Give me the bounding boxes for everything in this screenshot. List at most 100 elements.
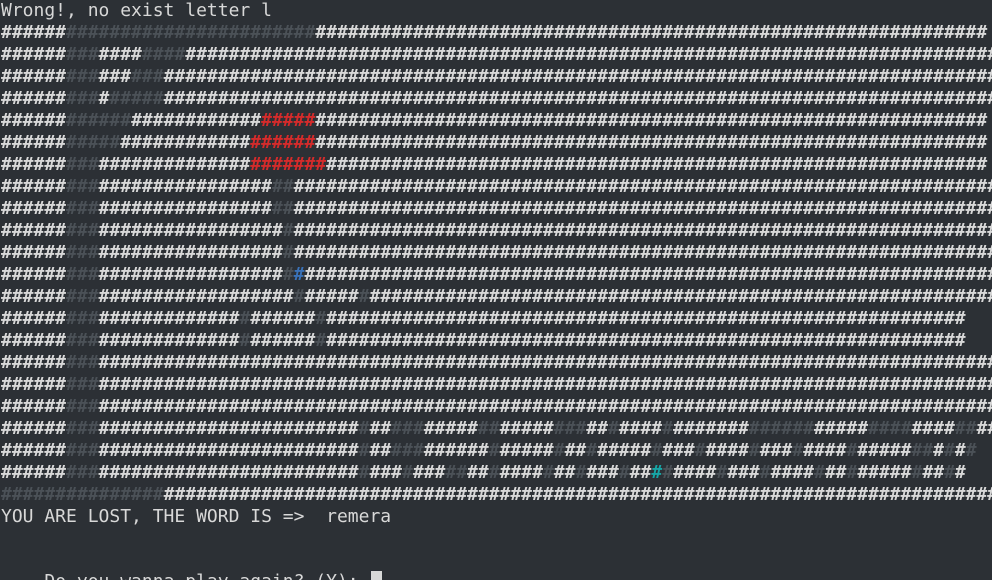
art-segment: #### [141, 44, 186, 65]
art-segment: ###### [1, 44, 67, 65]
art-segment: ##### [857, 462, 912, 483]
art-segment: ##### [499, 418, 554, 439]
art-segment: # [933, 440, 944, 461]
art-segment: ## [824, 462, 847, 483]
art-segment: ########################################… [304, 264, 992, 285]
result-message: YOU ARE LOST, THE WORD IS => remera [1, 506, 392, 527]
art-segment: ###### [748, 418, 814, 439]
art-row: ########################################… [1, 286, 992, 308]
terminal-window[interactable]: Wrong!, no exist letter l ##############… [0, 0, 992, 580]
art-segment: ## [586, 418, 608, 439]
art-segment: ###### [1, 242, 67, 263]
art-segment: ########################################… [293, 176, 992, 197]
art-row: ########################################… [1, 44, 992, 66]
art-segment: ################ [98, 176, 272, 197]
art-segment: ########################################… [163, 88, 992, 109]
art-segment: # [944, 440, 955, 461]
art-segment: ### [391, 440, 424, 461]
art-segment: #### [705, 440, 749, 461]
art-segment: # [911, 462, 923, 483]
art-segment: ### [66, 418, 99, 439]
art-segment: ## [445, 462, 468, 483]
art-segment: ###### [1, 22, 67, 43]
art-segment: ################## [98, 286, 294, 307]
art-segment: ### [66, 198, 99, 219]
art-segment: ########################################… [315, 110, 988, 131]
art-segment: ########################################… [98, 396, 992, 417]
art-segment: ###### [1, 110, 67, 131]
art-segment: #### [911, 418, 955, 439]
art-segment: ########################################… [326, 154, 988, 175]
art-segment: # [651, 440, 663, 461]
art-segment: # [618, 462, 630, 483]
art-segment: ## [553, 462, 576, 483]
art-segment: ###### [1, 66, 67, 87]
art-segment: # [694, 440, 706, 461]
art-segment: #### [499, 462, 543, 483]
art-segment: # [954, 462, 966, 483]
art-row: ########################################… [1, 110, 987, 132]
art-row: ########################################… [1, 308, 966, 330]
art-segment: #### [98, 44, 142, 65]
art-segment: ########################################… [293, 242, 992, 263]
art-row: ########################################… [1, 132, 987, 154]
replay-prompt-line[interactable]: Do you wanna play again? (Y): [1, 549, 383, 580]
art-segment: # [954, 440, 966, 461]
art-segment: # [792, 440, 804, 461]
art-segment: ### [662, 440, 695, 461]
art-segment: # [586, 440, 598, 461]
art-segment: ########################################… [369, 286, 992, 307]
art-segment: ##### [597, 440, 652, 461]
art-segment: ###### [66, 110, 132, 131]
art-row: ########################################… [1, 330, 966, 352]
art-row: ########################################… [1, 242, 992, 264]
art-segment: # [846, 440, 858, 461]
art-segment: ##### [813, 418, 869, 439]
art-segment: # [293, 264, 305, 285]
art-segment: # [239, 330, 251, 351]
replay-prompt-text: Do you wanna play again? (Y): [44, 571, 369, 580]
art-segment: ######################## [98, 440, 359, 461]
art-segment: # [239, 308, 251, 329]
art-segment: # [293, 286, 305, 307]
art-segment: ############### [1, 484, 164, 505]
art-segment: ##### [66, 132, 121, 153]
art-segment: ###### [1, 132, 67, 153]
art-segment: ########################################… [326, 330, 966, 351]
art-segment: ############# [98, 330, 240, 351]
art-segment: ## [369, 440, 392, 461]
art-segment: ### [98, 66, 132, 87]
art-segment: ##### [304, 286, 359, 307]
art-segment: ### [66, 66, 99, 87]
art-segment: ############## [98, 154, 251, 175]
art-segment: ###### [1, 440, 67, 461]
art-segment: ### [66, 44, 99, 65]
art-segment: # [358, 286, 370, 307]
art-segment: ########################################… [98, 374, 992, 395]
art-segment: ### [412, 462, 446, 483]
art-segment: ### [391, 418, 424, 439]
art-segment: ###### [1, 220, 67, 241]
art-row: ########################################… [1, 484, 992, 506]
art-segment: ###### [1, 396, 67, 417]
art-segment: # [944, 462, 955, 483]
art-row: ########################################… [1, 352, 992, 374]
art-segment: ## [369, 418, 392, 439]
art-segment: # [315, 308, 327, 329]
art-segment: ###### [423, 440, 489, 461]
art-segment: # [402, 462, 413, 483]
art-segment: ### [66, 154, 99, 175]
art-row: ########################################… [1, 440, 977, 462]
art-row: ########################################… [1, 66, 992, 88]
art-segment: # [575, 462, 587, 483]
art-segment: ###### [1, 308, 67, 329]
art-segment: ###### [1, 352, 67, 373]
art-segment: ### [66, 330, 99, 351]
art-segment: ### [66, 176, 99, 197]
art-segment: ################# [98, 264, 283, 285]
art-segment: ##### [109, 88, 164, 109]
text-cursor[interactable] [371, 571, 383, 580]
art-segment: ### [66, 88, 99, 109]
art-segment: ###### [1, 462, 67, 483]
art-segment: ########################################… [98, 352, 992, 373]
